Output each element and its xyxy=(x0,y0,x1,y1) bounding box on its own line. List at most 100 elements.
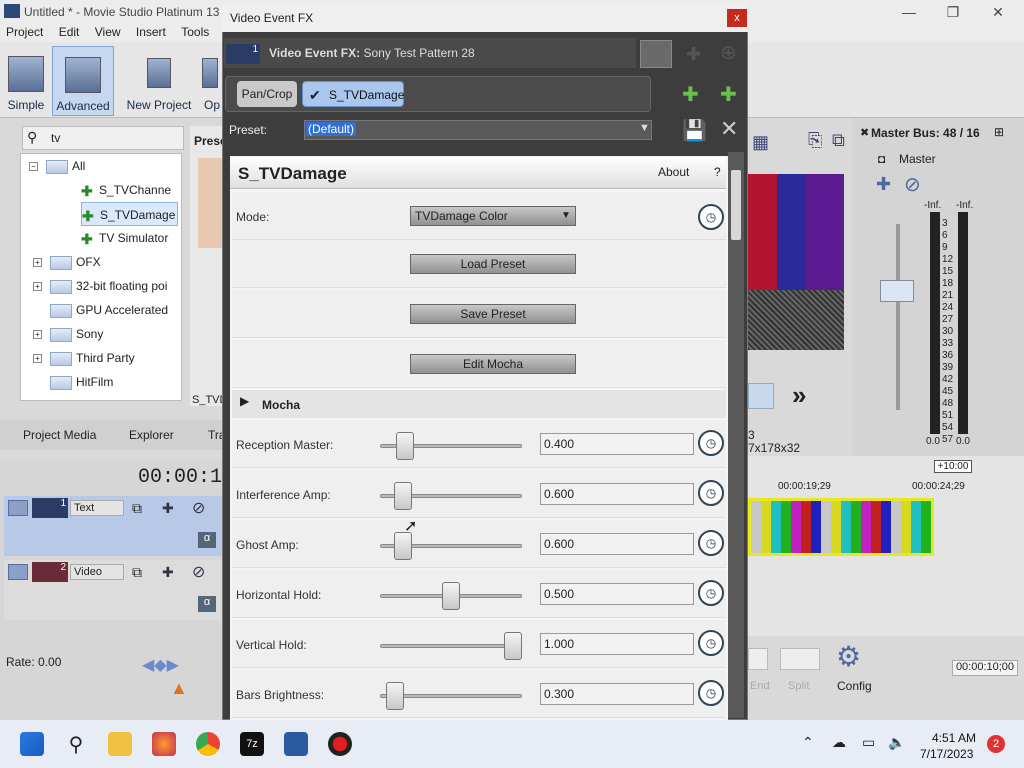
tree-item-32bit[interactable]: +32-bit floating poi xyxy=(33,274,167,298)
video-clip-test-pattern[interactable] xyxy=(748,498,934,556)
animate-clock-icon[interactable]: ◷ xyxy=(698,630,724,656)
split-icon[interactable] xyxy=(780,648,820,670)
expand-icon[interactable]: + xyxy=(33,354,42,364)
checkmark-icon[interactable]: ✔ xyxy=(309,82,321,108)
tree-item-tv-simulator[interactable]: ✚ TV Simulator xyxy=(81,226,168,250)
param-value-field[interactable]: 0.500 xyxy=(540,583,694,605)
7zip-icon[interactable]: 7z xyxy=(240,732,264,756)
animate-clock-icon[interactable]: ◷ xyxy=(698,530,724,556)
master-mute-icon[interactable]: ⊘ xyxy=(904,172,921,197)
simple-view-button[interactable]: Simple xyxy=(4,46,48,116)
mixer-settings-icon[interactable]: ⊞ xyxy=(994,125,1004,139)
save-frame-icon[interactable]: ⧉ xyxy=(832,130,845,151)
preset-dropdown[interactable]: ▼ xyxy=(304,120,652,140)
load-preset-button[interactable]: Load Preset xyxy=(410,254,576,274)
delete-preset-icon[interactable]: ✕ xyxy=(720,116,738,142)
clock-time[interactable]: 4:51 AM xyxy=(932,731,976,745)
tree-item-ofx[interactable]: + OFX xyxy=(33,250,101,274)
param-slider-thumb[interactable] xyxy=(393,482,412,510)
animate-clock-icon[interactable]: ◷ xyxy=(698,580,724,606)
param-slider-thumb[interactable] xyxy=(442,582,460,610)
animate-clock-icon[interactable]: ◷ xyxy=(698,480,724,506)
menu-edit[interactable]: Edit xyxy=(53,24,86,40)
param-value-field[interactable]: 0.600 xyxy=(540,533,694,555)
param-value-field[interactable]: 0.600 xyxy=(540,483,694,505)
tree-item-all[interactable]: − All xyxy=(29,154,85,178)
close-button[interactable]: ✕ xyxy=(984,2,1012,22)
chevron-down-icon[interactable]: ▼ xyxy=(561,207,571,225)
chain-tvdamage-button[interactable]: ✔ S_TVDamage xyxy=(302,81,404,107)
rate-marker-icon[interactable]: ▲ xyxy=(170,678,188,699)
move-icon[interactable]: ✚ xyxy=(162,564,174,581)
config-gear-icon[interactable]: ⚙ xyxy=(836,640,861,673)
save-preset-button[interactable]: Save Preset xyxy=(410,304,576,324)
notification-badge[interactable]: 2 xyxy=(987,735,1005,753)
remove-plugin-icon[interactable]: ✚ xyxy=(720,82,737,107)
param-value-field[interactable]: 1.000 xyxy=(540,633,694,655)
master-move-icon[interactable]: ✚ xyxy=(876,174,891,195)
tab-explorer[interactable]: Explorer xyxy=(129,428,174,442)
param-value-field[interactable]: 0.300 xyxy=(540,683,694,705)
track-header-1[interactable]: 1 Text ⧉ ✚ ⊘ α xyxy=(4,496,222,556)
chain-options-icon[interactable]: ⊕ xyxy=(720,40,737,65)
scrollbar-thumb[interactable] xyxy=(731,170,741,240)
mute-icon[interactable]: ⊘ xyxy=(192,498,205,518)
rate-slider-icon[interactable]: ◀◆▶ xyxy=(142,655,179,675)
expand-icon[interactable]: + xyxy=(33,258,42,268)
volume-icon[interactable]: 🔈 xyxy=(888,734,905,751)
move-icon[interactable]: ✚ xyxy=(162,500,174,517)
chain-view-toggle[interactable] xyxy=(640,40,672,68)
fast-forward-icon[interactable]: » xyxy=(792,380,806,411)
menu-project[interactable]: Project xyxy=(0,24,49,40)
param-slider-thumb[interactable] xyxy=(504,632,522,660)
save-preset-icon[interactable]: 💾 xyxy=(682,118,707,143)
param-slider-thumb[interactable] xyxy=(393,532,412,560)
master-fx-icon[interactable]: ◘ xyxy=(878,152,885,166)
animate-clock-icon[interactable]: ◷ xyxy=(698,204,724,230)
animate-clock-icon[interactable]: ◷ xyxy=(698,430,724,456)
chrome-icon[interactable] xyxy=(196,732,220,756)
dialog-close-button[interactable]: x xyxy=(727,9,747,27)
network-icon[interactable]: ☁ xyxy=(832,734,846,751)
track-header-2[interactable]: 2 Video ⧉ ✚ ⊘ α xyxy=(4,560,222,620)
end-icon[interactable] xyxy=(748,648,768,670)
animate-clock-icon[interactable]: ◷ xyxy=(698,680,724,706)
preset-thumbnail[interactable] xyxy=(198,158,222,248)
master-fader-handle[interactable] xyxy=(880,280,914,302)
tab-project-media[interactable]: Project Media xyxy=(23,428,96,442)
preview-stop-button[interactable] xyxy=(748,383,774,409)
clock-date[interactable]: 7/17/2023 xyxy=(920,747,973,761)
edit-mocha-button[interactable]: Edit Mocha xyxy=(410,354,576,374)
recorder-icon[interactable] xyxy=(328,732,352,756)
tree-item-hitfilm[interactable]: HitFilm xyxy=(50,370,113,394)
minimize-button[interactable]: — xyxy=(895,2,923,22)
alpha-icon[interactable]: α xyxy=(198,532,216,548)
firefox-icon[interactable] xyxy=(152,732,176,756)
open-button[interactable]: Op xyxy=(202,46,222,116)
fx-search-input[interactable]: ⚲ tv xyxy=(22,126,184,150)
fx-chain-icon[interactable]: ⧉ xyxy=(132,500,142,517)
expand-icon[interactable]: + xyxy=(33,282,42,292)
pin-icon[interactable]: ✖ xyxy=(860,126,869,139)
track-grip-icon[interactable] xyxy=(8,564,28,580)
track-grip-icon[interactable] xyxy=(8,500,28,516)
tree-item-sony[interactable]: + Sony xyxy=(33,322,103,346)
alpha-icon[interactable]: α xyxy=(198,596,216,612)
param-slider-track[interactable] xyxy=(380,644,522,648)
movie-studio-icon[interactable] xyxy=(284,732,308,756)
expand-triangle-icon[interactable]: ▶ xyxy=(240,394,249,408)
file-explorer-icon[interactable] xyxy=(108,732,132,756)
new-project-button[interactable]: New Project xyxy=(124,46,194,116)
restore-button[interactable]: ❐ xyxy=(939,2,967,22)
mocha-section[interactable]: ▶ xyxy=(232,390,726,418)
start-icon[interactable] xyxy=(20,732,44,756)
chain-move-icon[interactable]: ✚ xyxy=(686,44,701,65)
param-value-field[interactable]: 0.400 xyxy=(540,433,694,455)
add-plugin-icon[interactable]: ✚ xyxy=(682,82,699,107)
mute-icon[interactable]: ⊘ xyxy=(192,562,205,582)
tree-item-third-party[interactable]: + Third Party xyxy=(33,346,135,370)
chevron-down-icon[interactable]: ▼ xyxy=(639,122,650,134)
about-button[interactable]: About xyxy=(658,165,689,179)
chain-pan-crop-button[interactable]: Pan/Crop xyxy=(237,81,297,107)
mode-dropdown[interactable]: TVDamage Color ▼ xyxy=(410,206,576,226)
